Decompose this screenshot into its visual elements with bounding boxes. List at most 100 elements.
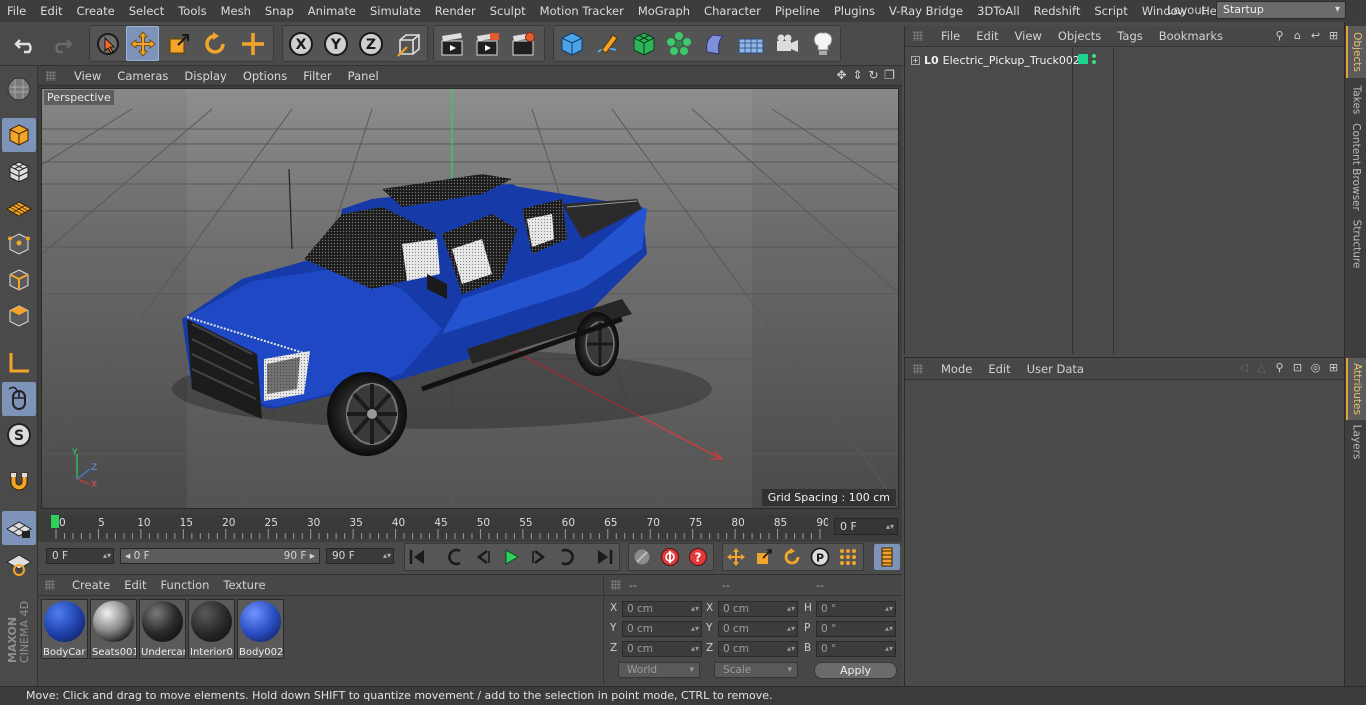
zoom-view-icon[interactable]: ⇕ [851,68,864,82]
position-z-field[interactable]: 0 cm ▴▾ [622,641,702,657]
edges-mode-button[interactable] [2,263,36,297]
render-view-button[interactable] [435,26,468,61]
viewport-menu-filter[interactable]: Filter [295,69,339,83]
viewport-menu-cameras[interactable]: Cameras [109,69,176,83]
undo-button[interactable] [9,26,42,61]
menu-motion-tracker[interactable]: Motion Tracker [533,4,631,18]
new-panel-icon[interactable]: ⊞ [1327,361,1340,374]
recent-tool-button[interactable] [236,26,269,61]
menu-file[interactable]: File [0,4,33,18]
floor-environment-button[interactable] [734,26,767,61]
material-menu-function[interactable]: Function [154,578,217,592]
min-time-field[interactable]: 0 F ▴▾ [46,548,114,564]
rotation-key-button[interactable] [779,544,805,570]
viewport-menu-panel[interactable]: Panel [340,69,387,83]
max-time-field[interactable]: 90 F ▴▾ [326,548,394,564]
timeline-window-button[interactable] [874,544,900,570]
attribute-menu-user-data[interactable]: User Data [1019,362,1092,376]
new-panel-icon[interactable]: ⊞ [1327,29,1340,42]
pen-spline-button[interactable] [591,26,624,61]
render-picture-viewer-button[interactable] [470,26,503,61]
move-tool-button[interactable] [126,26,159,61]
tweak-mode-button[interactable] [2,382,36,416]
live-selection-button[interactable] [91,26,124,61]
light-button[interactable] [806,26,839,61]
coordinate-system-dropdown[interactable]: World [618,662,700,678]
points-mode-button[interactable] [2,227,36,261]
model-mode-button[interactable] [2,118,36,152]
previous-frame-button[interactable] [470,544,496,570]
viewport-menu-view[interactable]: View [66,69,109,83]
menu-sculpt[interactable]: Sculpt [483,4,533,18]
lock-workplane-button[interactable] [2,511,36,545]
x-axis-lock-button[interactable]: X [284,26,317,61]
parameter-key-button[interactable]: P [807,544,833,570]
object-menu-file[interactable]: File [933,29,968,43]
tab-content-browser[interactable]: Content Browser [1346,122,1366,212]
cloner-button[interactable] [662,26,695,61]
size-x-field[interactable]: 0 cm ▴▾ [718,601,798,617]
menu-plugins[interactable]: Plugins [827,4,882,18]
camera-button[interactable] [770,26,803,61]
search-icon[interactable]: ⚲ [1273,29,1286,42]
solo-button[interactable]: S [2,418,36,452]
object-name[interactable]: Electric_Pickup_Truck002 [943,54,1080,67]
viewport-menu-options[interactable]: Options [235,69,295,83]
keyframe-selection-button[interactable]: ? [685,544,711,570]
expand-icon[interactable]: + [911,55,920,65]
material-menu-edit[interactable]: Edit [117,578,153,592]
next-key-button[interactable] [554,544,580,570]
menu-select[interactable]: Select [122,4,171,18]
tab-structure[interactable]: Structure [1346,214,1366,274]
material-menu-create[interactable]: Create [65,578,117,592]
position-key-button[interactable] [723,544,749,570]
make-editable-button[interactable] [2,72,36,106]
polygons-mode-button[interactable] [2,299,36,333]
lock-icon[interactable]: ⊡ [1291,361,1304,374]
menu-pipeline[interactable]: Pipeline [768,4,827,18]
object-menu-tags[interactable]: Tags [1109,29,1150,43]
play-forward-button[interactable] [498,544,524,570]
menu-script[interactable]: Script [1087,4,1134,18]
up-arrow-icon[interactable]: △ [1255,361,1268,374]
go-to-end-button[interactable] [592,544,618,570]
workplane-mode-button[interactable] [2,191,36,225]
perspective-viewport[interactable]: Y Z X Perspective Grid Spacing : 100 cm [41,88,899,509]
menu-animate[interactable]: Animate [301,4,363,18]
y-axis-lock-button[interactable]: Y [319,26,352,61]
target-icon[interactable]: ◎ [1309,361,1322,374]
menu-edit[interactable]: Edit [33,4,69,18]
toggle-layout-icon[interactable]: ❐ [883,68,896,82]
pan-view-icon[interactable]: ✥ [835,68,848,82]
playhead-marker[interactable] [51,515,59,528]
z-axis-lock-button[interactable]: Z [354,26,387,61]
record-active-objects-button[interactable] [629,544,655,570]
tab-layers[interactable]: Layers [1346,422,1366,462]
rotation-p-field[interactable]: 0 ° ▴▾ [816,621,896,637]
viewport-menu-display[interactable]: Display [176,69,234,83]
subdivision-surface-button[interactable] [627,26,660,61]
position-y-field[interactable]: 0 cm ▴▾ [622,621,702,637]
material-swatch[interactable]: Body002 [237,599,284,659]
material-menu-texture[interactable]: Texture [216,578,272,592]
object-menu-view[interactable]: View [1007,29,1050,43]
rotate-view-icon[interactable]: ↻ [867,68,880,82]
menu-vray-bridge[interactable]: V-Ray Bridge [882,4,970,18]
snap-button[interactable] [2,464,36,498]
rotation-h-field[interactable]: 0 ° ▴▾ [816,601,896,617]
search-icon[interactable]: ⚲ [1273,361,1286,374]
menu-redshift[interactable]: Redshift [1027,4,1088,18]
tab-attributes[interactable]: Attributes [1346,358,1366,420]
menu-mograph[interactable]: MoGraph [631,4,697,18]
menu-3dtoall[interactable]: 3DToAll [970,4,1027,18]
rotate-tool-button[interactable] [198,26,231,61]
menu-create[interactable]: Create [70,4,122,18]
attribute-menu-mode[interactable]: Mode [933,362,980,376]
enable-axis-button[interactable] [2,346,36,380]
preview-range-slider[interactable]: ◂ 0 F 90 F ▸ [120,548,320,564]
layer-color-icon[interactable] [1078,54,1088,64]
size-z-field[interactable]: 0 cm ▴▾ [718,641,798,657]
apply-button[interactable]: Apply [814,662,897,679]
size-mode-dropdown[interactable]: Scale [714,662,798,678]
menu-tools[interactable]: Tools [171,4,213,18]
